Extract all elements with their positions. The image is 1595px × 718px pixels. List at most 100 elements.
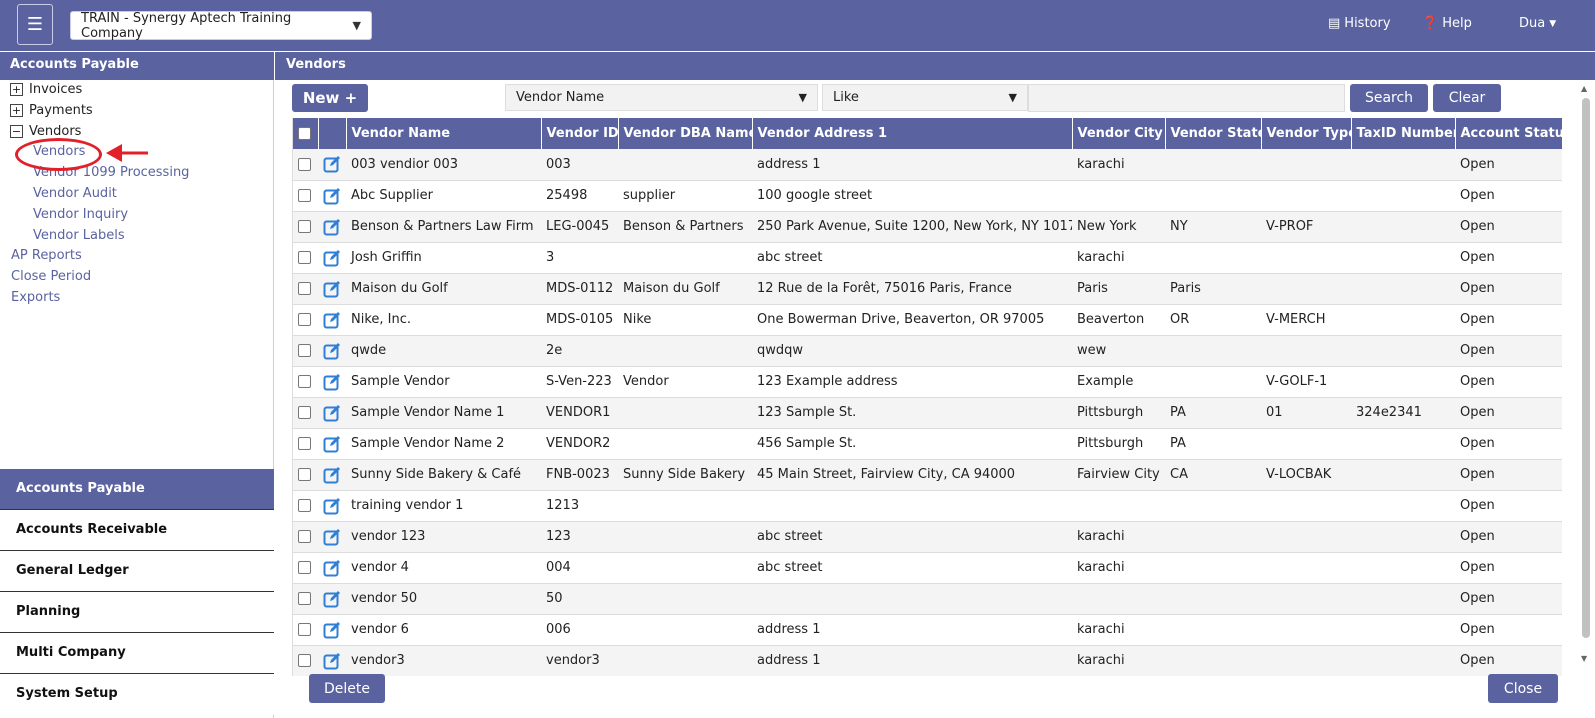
history-link[interactable]: ▤ History <box>1328 16 1391 31</box>
delete-button[interactable]: Delete <box>309 674 385 703</box>
table-cell: Open <box>1455 428 1562 460</box>
table-row[interactable]: vendor 4 004 abc street karachi Open <box>293 552 1562 584</box>
table-row[interactable]: training vendor 1 1213 Open <box>293 490 1562 522</box>
caret-down-icon: ▼ <box>1549 18 1557 29</box>
table-row[interactable]: Maison du Golf MDS-0112 Maison du Golf 12 R… <box>293 273 1562 305</box>
edit-icon[interactable] <box>323 155 341 173</box>
table-row[interactable]: Sample Vendor Name 1 VENDOR1 123 Sample St… <box>293 397 1562 429</box>
expand-icon[interactable]: + <box>10 83 23 96</box>
column-header[interactable]: Vendor ID <box>541 118 619 149</box>
new-vendor-button[interactable]: New + <box>292 84 368 112</box>
table-row[interactable]: Sample Vendor Name 2 VENDOR2 456 Sample St… <box>293 428 1562 460</box>
company-select[interactable]: TRAIN - Synergy Aptech Training Company … <box>70 11 372 41</box>
scroll-thumb[interactable] <box>1582 98 1590 638</box>
sidebar-link-exports[interactable]: Exports <box>11 290 60 305</box>
row-checkbox[interactable] <box>298 251 311 264</box>
row-checkbox[interactable] <box>298 220 311 233</box>
edit-icon[interactable] <box>323 373 341 391</box>
column-header[interactable]: TaxID Number <box>1351 118 1456 149</box>
search-input[interactable] <box>1028 84 1345 112</box>
sidebar-link-vendor-inquiry[interactable]: Vendor Inquiry <box>33 207 128 222</box>
close-button[interactable]: Close <box>1488 674 1558 703</box>
row-checkbox[interactable] <box>298 592 311 605</box>
table-cell: LEG-0045 <box>541 211 618 243</box>
table-row[interactable]: vendor 123 123 abc street karachi Open <box>293 521 1562 553</box>
user-menu[interactable]: Dua ▼ <box>1519 16 1556 31</box>
column-header[interactable]: Vendor Name <box>346 118 542 149</box>
column-header[interactable]: Vendor State <box>1165 118 1262 149</box>
sidebar-link-ap-reports[interactable]: AP Reports <box>11 248 82 263</box>
edit-icon[interactable] <box>323 466 341 484</box>
module-planning[interactable]: Planning <box>0 592 274 633</box>
edit-icon[interactable] <box>323 404 341 422</box>
edit-icon[interactable] <box>323 652 341 670</box>
tree-item-vendors[interactable]: − Vendors <box>10 124 81 139</box>
module-system-setup[interactable]: System Setup <box>0 674 274 715</box>
scroll-up-icon[interactable]: ▲ <box>1581 84 1587 93</box>
module-general-ledger[interactable]: General Ledger <box>0 551 274 592</box>
collapse-icon[interactable]: − <box>10 125 23 138</box>
tree-item-invoices[interactable]: + Invoices <box>10 82 82 97</box>
row-checkbox[interactable] <box>298 530 311 543</box>
edit-icon[interactable] <box>323 280 341 298</box>
grid-scrollbar[interactable]: ▲ ▼ <box>1580 84 1592 678</box>
search-button[interactable]: Search <box>1350 84 1428 112</box>
edit-icon[interactable] <box>323 218 341 236</box>
edit-icon[interactable] <box>323 187 341 205</box>
table-row[interactable]: Sunny Side Bakery & Café FNB-0023 Sunny Si… <box>293 459 1562 491</box>
select-all-checkbox[interactable] <box>298 127 311 140</box>
row-checkbox[interactable] <box>298 499 311 512</box>
scroll-down-icon[interactable]: ▼ <box>1581 654 1587 663</box>
row-checkbox[interactable] <box>298 375 311 388</box>
sidebar-link-vendor-labels[interactable]: Vendor Labels <box>33 228 125 243</box>
table-row[interactable]: Josh Griffin 3 abc street karachi Open <box>293 242 1562 274</box>
clear-button[interactable]: Clear <box>1433 84 1501 112</box>
expand-icon[interactable]: + <box>10 104 23 117</box>
row-checkbox[interactable] <box>298 189 311 202</box>
column-header[interactable]: Vendor City <box>1072 118 1166 149</box>
column-header[interactable]: Vendor DBA Name <box>618 118 753 149</box>
table-row[interactable]: Abc Supplier 25498 supplier 100 google stre… <box>293 180 1562 212</box>
module-accounts-receivable[interactable]: Accounts Receivable <box>0 510 274 551</box>
module-multi-company[interactable]: Multi Company <box>0 633 274 674</box>
row-checkbox[interactable] <box>298 344 311 357</box>
row-checkbox[interactable] <box>298 561 311 574</box>
row-checkbox[interactable] <box>298 654 311 667</box>
row-checkbox[interactable] <box>298 623 311 636</box>
table-row[interactable]: 003 vendior 003 003 address 1 karachi Open <box>293 149 1562 181</box>
row-checkbox[interactable] <box>298 406 311 419</box>
edit-icon[interactable] <box>323 311 341 329</box>
edit-icon[interactable] <box>323 559 341 577</box>
table-row[interactable]: qwde 2e qwdqw wew Open <box>293 335 1562 367</box>
edit-icon[interactable] <box>323 528 341 546</box>
row-checkbox[interactable] <box>298 282 311 295</box>
table-row[interactable]: vendor3 vendor3 address 1 karachi Open <box>293 645 1562 676</box>
table-row[interactable]: Benson & Partners Law Firm LEG-0045 Benson… <box>293 211 1562 243</box>
hamburger-menu-button[interactable]: ☰ <box>17 4 53 45</box>
row-checkbox[interactable] <box>298 437 311 450</box>
edit-icon[interactable] <box>323 435 341 453</box>
table-row[interactable]: vendor 50 50 Open <box>293 583 1562 615</box>
table-cell <box>1165 614 1261 646</box>
table-row[interactable]: Nike, Inc. MDS-0105 Nike One Bowerman Drive… <box>293 304 1562 336</box>
search-operator-select[interactable]: Like ▼ <box>822 84 1028 111</box>
sidebar-link-vendor-audit[interactable]: Vendor Audit <box>33 186 117 201</box>
tree-item-payments[interactable]: + Payments <box>10 103 93 118</box>
sidebar-link-close-period[interactable]: Close Period <box>11 269 91 284</box>
row-checkbox[interactable] <box>298 157 311 171</box>
table-row[interactable]: Sample Vendor S-Ven-223 Vendor 123 Example … <box>293 366 1562 398</box>
edit-icon[interactable] <box>323 342 341 360</box>
column-header[interactable]: Account Status <box>1455 118 1562 149</box>
row-checkbox[interactable] <box>298 468 311 481</box>
module-accounts-payable[interactable]: Accounts Payable <box>0 469 274 510</box>
edit-icon[interactable] <box>323 621 341 639</box>
row-checkbox[interactable] <box>298 313 311 326</box>
edit-icon[interactable] <box>323 590 341 608</box>
column-header[interactable]: Vendor Type <box>1261 118 1352 149</box>
help-link[interactable]: ❓ Help <box>1422 16 1472 31</box>
edit-icon[interactable] <box>323 497 341 515</box>
edit-icon[interactable] <box>323 249 341 267</box>
search-field-select[interactable]: Vendor Name ▼ <box>505 84 818 111</box>
column-header[interactable]: Vendor Address 1 <box>752 118 1073 149</box>
table-row[interactable]: vendor 6 006 address 1 karachi Open <box>293 614 1562 646</box>
